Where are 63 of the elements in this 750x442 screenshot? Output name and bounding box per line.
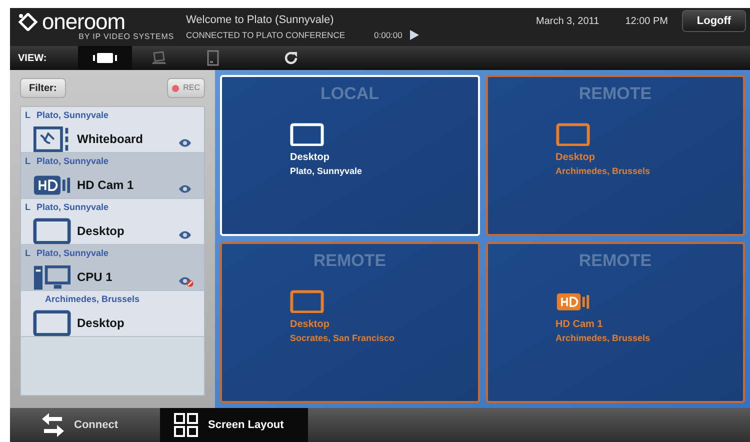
monitor-icon: [33, 218, 71, 244]
tile-label: REMOTE: [313, 250, 386, 272]
filter-button[interactable]: Filter:: [20, 78, 66, 98]
time-text: 12:00 PM: [625, 15, 668, 29]
bottom-tab[interactable]: Screen Layout: [160, 408, 308, 442]
source-location: Plato, Sunnyvale: [36, 109, 109, 122]
hidden-eye-icon[interactable]: [178, 274, 194, 287]
grid-icon: [174, 413, 198, 437]
refresh-icon: [283, 50, 299, 66]
source-item[interactable]: L Plato, Sunnyvale HD Cam 1: [21, 153, 204, 199]
local-marker: L: [25, 155, 30, 168]
call-timer: 0:00:00: [374, 28, 402, 42]
monitor-icon: [556, 122, 590, 146]
local-marker: L: [25, 109, 30, 122]
source-name: Desktop: [77, 222, 126, 240]
tile-location: Socrates, San Francisco: [290, 332, 395, 346]
play-icon[interactable]: [410, 30, 420, 40]
source-item[interactable]: L Plato, Sunnyvale Whiteboard: [21, 107, 204, 153]
tile-location: Archimedes, Brussels: [556, 165, 650, 178]
source-location: Plato, Sunnyvale: [36, 201, 109, 214]
tile-label: REMOTE: [578, 250, 652, 272]
view-tab[interactable]: [78, 46, 132, 70]
eye-icon[interactable]: [178, 182, 194, 195]
tablet-icon: [207, 50, 219, 66]
tile-source-name: Desktop: [290, 318, 330, 332]
source-location: Archimedes, Brussels: [45, 293, 140, 306]
screen-tile[interactable]: LOCAL Desktop Plato, Sunnyvale: [220, 75, 480, 236]
tile-label: LOCAL: [320, 83, 380, 105]
source-location: Plato, Sunnyvale: [36, 155, 109, 168]
eye-icon[interactable]: [178, 228, 194, 241]
monitor-icon: [290, 290, 324, 314]
welcome-text: Welcome to Plato (Sunnyvale): [186, 13, 335, 28]
date-text: March 3, 2011: [536, 15, 600, 29]
source-name: CPU 1: [77, 268, 114, 286]
local-marker: L: [25, 201, 30, 214]
monitor-icon: [33, 310, 71, 336]
source-item[interactable]: Archimedes, Brussels Desktop: [21, 291, 204, 337]
tile-location: Archimedes, Brussels: [556, 332, 650, 346]
monitor-icon: [290, 122, 324, 146]
swap-arrows-icon: [42, 413, 64, 437]
local-marker: L: [25, 247, 30, 260]
source-name: HD Cam 1: [77, 176, 135, 194]
source-name: Whiteboard: [77, 130, 144, 148]
logo-icon: [18, 13, 38, 31]
tile-source-name: Desktop: [290, 151, 330, 166]
view-label: VIEW:: [18, 52, 48, 66]
tile-location: Plato, Sunnyvale: [290, 165, 362, 178]
source-location: Plato, Sunnyvale: [36, 247, 109, 260]
tile-label: REMOTE: [578, 83, 652, 105]
connection-status: CONNECTED TO PLATO CONFERENCE: [186, 28, 346, 42]
bottom-tab[interactable]: Connect: [10, 408, 160, 442]
logo-text: oneroom: [42, 12, 125, 32]
eye-icon[interactable]: [178, 136, 194, 149]
whiteboard-icon: [33, 126, 71, 152]
source-item[interactable]: L Plato, Sunnyvale CPU 1: [21, 245, 204, 291]
tile-source-name: Desktop: [556, 151, 596, 166]
logo-subtitle: BY IP VIDEO SYSTEMS: [78, 32, 175, 42]
source-name: Desktop: [77, 314, 126, 332]
laptop-icon: [151, 51, 167, 65]
tile-source-name: HD Cam 1: [556, 318, 604, 332]
source-item[interactable]: L Plato, Sunnyvale Desktop: [21, 199, 204, 245]
computer-icon: [33, 264, 71, 290]
logoff-button[interactable]: Logoff: [682, 10, 746, 32]
